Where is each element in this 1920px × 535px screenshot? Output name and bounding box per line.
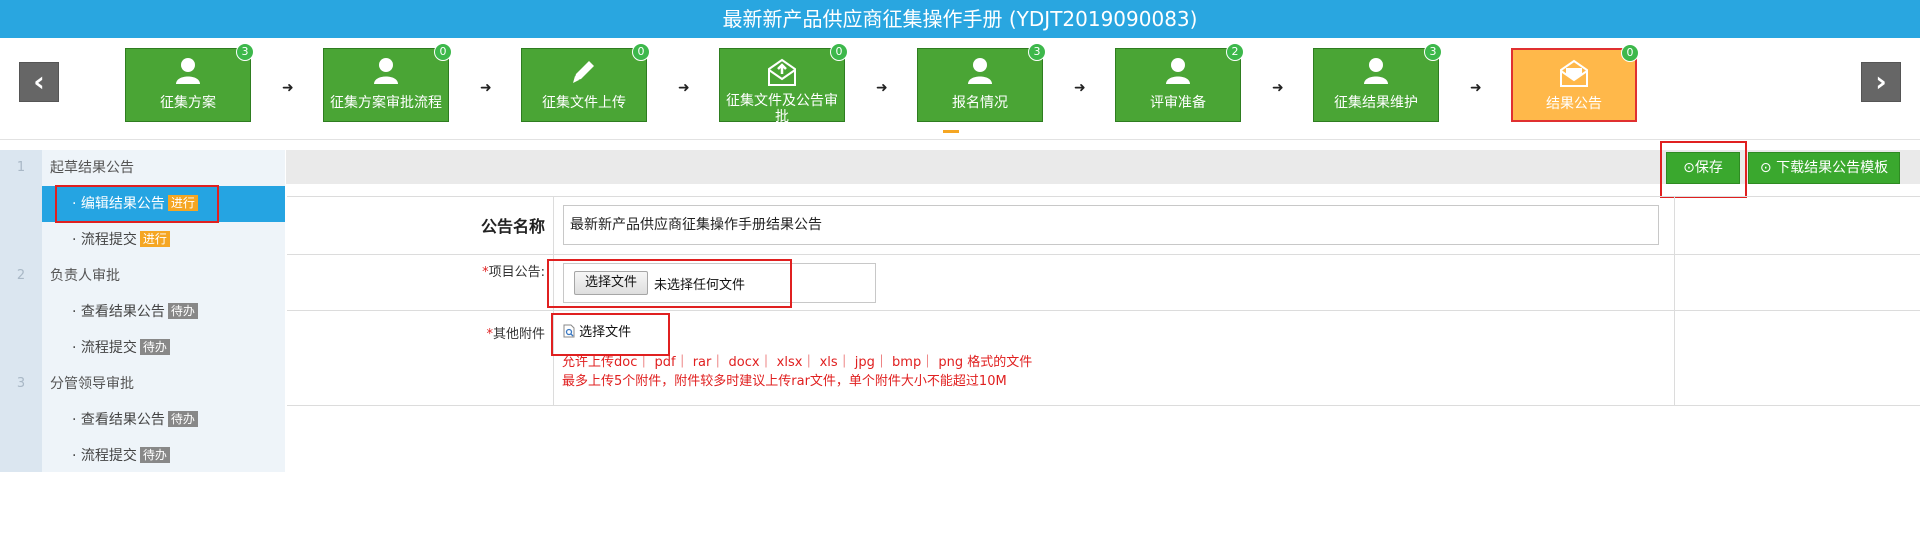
sidebar-item-label: · 查看结果公告 <box>72 304 165 320</box>
sidebar: 1 起草结果公告 · 编辑结果公告 进行 · 流程提交 进行 2 负责人审批 · 查… <box>0 150 285 472</box>
step-count-badge: 0 <box>830 43 848 61</box>
step-count-badge: 3 <box>1424 43 1442 61</box>
download-template-label: 下载结果公告模板 <box>1776 160 1889 176</box>
highlight-box <box>55 185 219 223</box>
user-icon <box>1314 57 1438 87</box>
download-template-button[interactable]: ⊙ 下载结果公告模板 <box>1748 152 1900 184</box>
project-label-text: 项目公告: <box>488 265 545 280</box>
form-row-name: 公告名称 最新新产品供应商征集操作手册结果公告 <box>287 196 1920 254</box>
step-count-badge: 2 <box>1226 43 1244 61</box>
step-result-announcement[interactable]: 结果公告 0 <box>1511 44 1639 122</box>
step-progress-bar: ‹ › 征集方案 3 ➜ 征集方案审批流程 0 ➜ 征集文件上传 0 ➜ 征集文… <box>0 38 1920 140</box>
step-label: 评审准备 <box>1150 95 1206 111</box>
name-label: 公告名称 <box>480 217 545 236</box>
page-title: 最新新产品供应商征集操作手册 (YDJT2019090083) <box>0 0 1920 38</box>
envelope-icon <box>1513 58 1635 88</box>
step-zhengji-fangan[interactable]: 征集方案 3 <box>125 43 254 122</box>
step-arrow-icon: ➜ <box>1074 80 1086 96</box>
status-badge: 进行 <box>139 231 170 247</box>
step-arrow-icon: ➜ <box>282 80 294 96</box>
step-label: 征集文件上传 <box>542 95 626 111</box>
highlight-box <box>551 313 670 356</box>
chevron-left-icon[interactable]: ‹ <box>19 62 59 102</box>
step-arrow-icon: ➜ <box>678 80 690 96</box>
step-review-prep[interactable]: 评审准备 2 <box>1115 43 1244 122</box>
sidebar-group-title: 起草结果公告 <box>50 160 134 176</box>
step-arrow-icon: ➜ <box>1470 80 1482 96</box>
step-count-badge: 3 <box>1028 43 1046 61</box>
sidebar-item-label: · 流程提交 <box>72 232 137 248</box>
sidebar-item-label: · 查看结果公告 <box>72 412 165 428</box>
envelope-upload-icon <box>720 57 844 87</box>
step-count-badge: 0 <box>434 43 452 61</box>
form-row-project: *项目公告: 选择文件 未选择任何文件 <box>287 254 1920 310</box>
announcement-name-input[interactable]: 最新新产品供应商征集操作手册结果公告 <box>563 205 1659 245</box>
user-icon <box>918 57 1042 87</box>
step-label: 征集方案审批流程 <box>330 95 442 111</box>
sidebar-group-number: 2 <box>0 258 42 294</box>
project-label: *项目公告: <box>287 261 553 280</box>
step-arrow-icon: ➜ <box>876 80 888 96</box>
sidebar-gutter <box>0 150 42 472</box>
arrow-circle-right-icon: ⊙ <box>1759 160 1777 176</box>
step-arrow-icon: ➜ <box>1272 80 1284 96</box>
step-count-badge: 0 <box>632 43 650 61</box>
step-result-maintenance[interactable]: 征集结果维护 3 <box>1313 43 1442 122</box>
step-file-upload[interactable]: 征集文件上传 0 <box>521 43 650 122</box>
chevron-right-icon[interactable]: › <box>1861 62 1901 102</box>
sidebar-item-view-result-announcement[interactable]: · 查看结果公告 待办 <box>42 402 285 438</box>
sidebar-group-number: 1 <box>0 150 42 186</box>
step-count-badge: 3 <box>236 43 254 61</box>
current-step-marker <box>943 130 959 133</box>
status-badge: 待办 <box>167 411 198 427</box>
highlight-box <box>547 259 792 308</box>
sidebar-group-title: 负责人审批 <box>50 268 120 284</box>
attach-label-text: 其他附件 <box>492 327 545 342</box>
step-registration[interactable]: 报名情况 3 <box>917 43 1046 122</box>
form-row-attachments: *其他附件 选择文件 允许上传doc｜ pdf｜ rar｜ docx｜ xlsx… <box>287 310 1920 406</box>
step-label: 征集文件及公告审批 <box>726 93 838 125</box>
status-badge: 待办 <box>167 303 198 319</box>
user-icon <box>324 57 448 87</box>
sidebar-item-label: · 流程提交 <box>72 448 137 464</box>
step-label: 报名情况 <box>952 95 1008 111</box>
user-icon <box>126 57 250 87</box>
step-file-announcement-approval[interactable]: 征集文件及公告审批 0 <box>719 43 848 125</box>
sidebar-item-submit-flow[interactable]: · 流程提交 待办 <box>42 330 285 366</box>
step-label: 结果公告 <box>1546 96 1602 112</box>
step-approval-process[interactable]: 征集方案审批流程 0 <box>323 43 452 122</box>
sidebar-item-view-result-announcement[interactable]: · 查看结果公告 待办 <box>42 294 285 330</box>
sidebar-item-submit-flow[interactable]: · 流程提交 待办 <box>42 438 285 474</box>
step-label: 征集方案 <box>160 95 216 111</box>
status-badge: 待办 <box>139 339 170 355</box>
pencil-icon <box>522 57 646 87</box>
user-icon <box>1116 57 1240 87</box>
highlight-box <box>1660 141 1747 198</box>
step-count-badge: 0 <box>1621 44 1639 62</box>
sidebar-item-label: · 流程提交 <box>72 340 137 356</box>
file-size-hint: 最多上传5个附件，附件较多时建议上传rar文件，单个附件大小不能超过10M <box>562 374 1007 389</box>
sidebar-group-number: 3 <box>0 366 42 402</box>
status-badge: 待办 <box>139 447 170 463</box>
sidebar-item-submit-flow[interactable]: · 流程提交 进行 <box>42 222 285 258</box>
sidebar-group-title: 分管领导审批 <box>50 376 134 392</box>
step-label: 征集结果维护 <box>1334 95 1418 111</box>
attach-label: *其他附件 <box>287 323 553 342</box>
step-arrow-icon: ➜ <box>480 80 492 96</box>
